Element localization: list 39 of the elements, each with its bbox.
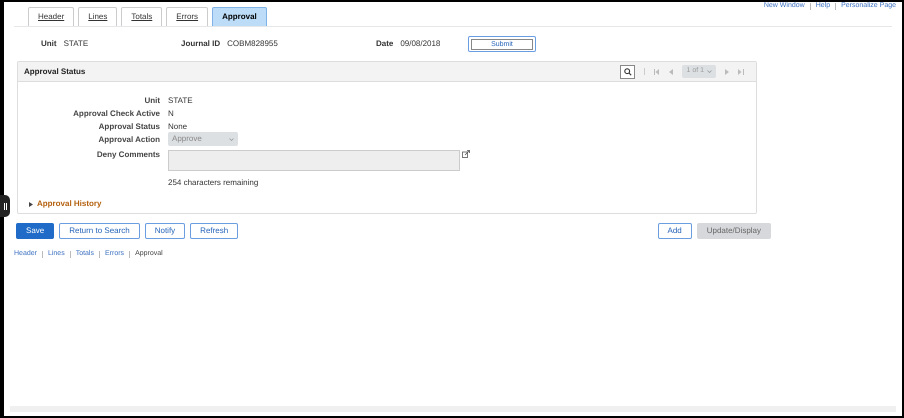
field-label: Date [376,38,394,50]
action-button[interactable]: Save [16,223,54,239]
field-label: Unit [41,38,57,50]
action-button[interactable]: Notify [144,223,186,239]
field-label: Approval Action [98,135,160,144]
panel-title: Approval Status [24,66,86,78]
search-button[interactable] [620,64,636,78]
approval-history-toggle[interactable]: Approval History [29,198,756,210]
next-icon[interactable] [725,68,729,74]
field-value: 09/08/2018 [400,38,440,50]
triangle-icon [29,202,33,206]
field-value: STATE [64,38,88,50]
last-page-icon[interactable] [738,68,744,74]
action-button[interactable]: Refresh [190,223,238,239]
expand-icon[interactable] [462,150,470,158]
field-label: Approval Status [98,122,160,131]
action-button[interactable]: Update/Display [696,223,771,239]
side-handle[interactable] [0,195,10,217]
tab[interactable]: Approval [212,7,267,26]
field-value: N [168,109,174,118]
field-label: Unit [143,96,160,105]
field-value: COBM828955 [227,38,278,50]
tab[interactable]: Totals [121,7,162,26]
characters-remaining: 254 characters remaining [168,177,260,189]
field-value: None [168,122,188,131]
previous-icon[interactable] [669,68,674,74]
search-icon [624,68,632,76]
action-button[interactable]: Return to Search [59,223,140,239]
tab[interactable]: Errors [166,7,208,26]
chevron-down-icon [229,138,234,140]
field-label: Journal ID [181,38,220,50]
field-value: STATE [168,96,193,105]
tab[interactable]: Header [28,7,74,26]
field-label: Deny Comments [96,150,160,159]
first-page-icon[interactable] [654,68,660,74]
action-button[interactable]: Add [658,223,692,239]
field-label: Approval Check Active [72,109,160,118]
chevron-down-icon [707,70,712,73]
tab[interactable]: Lines [78,7,118,26]
